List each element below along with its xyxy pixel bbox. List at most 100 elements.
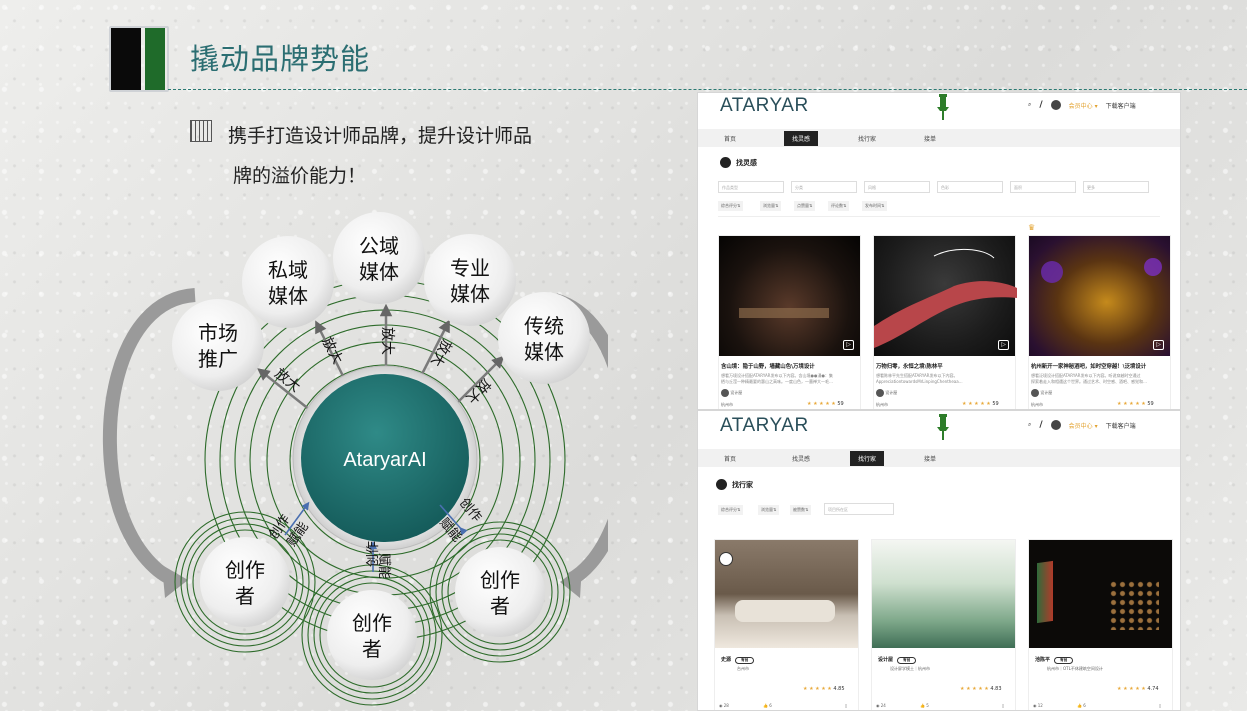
sort-likes[interactable]: 点赞量⇅ — [794, 201, 816, 211]
nav-home[interactable]: 首页 — [716, 451, 744, 466]
card-rating: ★ ★ ★ ★ ★ 59 — [962, 401, 999, 407]
search-icon[interactable]: ⌕ — [1028, 421, 1031, 429]
expert-card[interactable]: 史源 有创 台州市 ★ ★ ★ ★ ★ 4.85 ◉ 28 👍 6 ▯ — [714, 539, 859, 710]
screenshot-inspiration: ATARYAR ⌕ / 会员中心 ▾ 下载客户端 首页 找灵感 找行家 接单 找… — [697, 92, 1181, 410]
card-desc: 想看万境设计搭配ATARYAR发布以下内容。含山境●●漫●：集 栖与丘滢一种精最要… — [721, 373, 833, 384]
play-icon[interactable]: ▷ — [1153, 340, 1164, 350]
filter-color[interactable]: 色彩 — [937, 181, 1003, 193]
intro-line-1: 携手打造设计师品牌，提升设计师品 — [228, 125, 533, 147]
sort-overall[interactable]: 综合评分⇅ — [718, 505, 744, 515]
card-city: 杭州市 — [876, 402, 888, 407]
card-desc: 想看泛境设计搭配ATARYAR发布以下内容。听说穿越时空通过 探索着走入和相遇这个… — [1031, 373, 1147, 384]
crown-icon: ♛ — [1028, 223, 1036, 232]
card-image: ▷ — [1029, 236, 1170, 356]
card-image: ▷ — [719, 236, 860, 356]
media-traditional: 传统 媒体 — [498, 292, 590, 384]
card-image — [715, 540, 858, 648]
sort-comments[interactable]: 评论数⇅ — [828, 201, 850, 211]
card-image — [872, 540, 1015, 648]
member-center-link[interactable]: 会员中心 ▾ — [1069, 421, 1098, 430]
sort-likes[interactable]: 被赞数⇅ — [790, 505, 812, 515]
section-title: 找行家 — [716, 479, 753, 490]
page-title: 撬动品牌势能 — [190, 42, 371, 76]
creator-left: 创作 者 — [200, 537, 290, 627]
filter-style[interactable]: 风格 — [864, 181, 930, 193]
work-card[interactable]: ▷ 万物归零，永恒之境\陈林平 想看陈林平先生搭配ATARYAR发布以下内容。 A… — [873, 235, 1017, 409]
expert-name: 池陈平 有创 — [1035, 656, 1074, 664]
svg-text:媒体: 媒体 — [450, 282, 490, 306]
sort-views[interactable]: 浏览量⇅ — [758, 505, 780, 515]
empower-label-mid: 赋能 — [376, 553, 391, 579]
expert-views: ◉ 24 — [876, 703, 886, 708]
download-client-link[interactable]: 下载客户端 — [1106, 101, 1136, 110]
sort-overall[interactable]: 综合评分⇅ — [718, 201, 744, 211]
phone-icon[interactable]: ▯ — [1159, 703, 1161, 708]
expert-views: ◉ 12 — [1033, 703, 1043, 708]
nav-orders[interactable]: 接单 — [916, 451, 944, 466]
filter-category[interactable]: 分类 — [791, 181, 857, 193]
hub-label: AtaryarAI — [343, 449, 426, 471]
experts-icon — [716, 479, 727, 490]
svg-text:媒体: 媒体 — [268, 284, 308, 308]
bullet-icon — [190, 120, 212, 142]
work-card[interactable]: ▷ 含山境：隐于山野，墙藏山色\万境设计 想看万境设计搭配ATARYAR发布以下… — [718, 235, 861, 409]
top-right-bar: ⌕ / 会员中心 ▾ 下载客户端 — [1028, 420, 1136, 430]
filter-type[interactable]: 作品类型 — [718, 181, 784, 193]
pin-icon — [937, 414, 949, 440]
card-author: 设计屋 — [876, 389, 897, 397]
expert-views: ◉ 28 — [719, 703, 729, 708]
member-center-link[interactable]: 会员中心 ▾ — [1069, 101, 1098, 110]
pin-icon — [937, 94, 949, 120]
expert-name: 史源 有创 — [721, 656, 755, 664]
avatar[interactable] — [1050, 100, 1061, 110]
amp-label-2: 放大 — [318, 335, 345, 367]
amp-label-4: 放大 — [427, 337, 454, 369]
logo: ATARYAR — [720, 95, 809, 116]
card-title: 万物归零，永恒之境\陈林平 — [876, 364, 943, 370]
expert-likes: 👍 6 — [1077, 703, 1086, 708]
svg-text:私域: 私域 — [268, 258, 308, 282]
amp-label-5: 放大 — [462, 375, 493, 406]
nav-home[interactable]: 首页 — [716, 131, 744, 146]
creator-middle: 创作 者 — [327, 590, 417, 680]
card-title: 含山境：隐于山野，墙藏山色\万境设计 — [721, 364, 815, 370]
card-author: 设计屋 — [1031, 389, 1052, 397]
divider-line — [168, 89, 1247, 90]
screenshot-experts: ATARYAR ⌕ / 会员中心 ▾ 下载客户端 首页 找灵感 找行家 接单 找… — [697, 410, 1181, 711]
nav-inspiration[interactable]: 找灵感 — [784, 451, 818, 466]
region-select[interactable]: 项目所在区 — [824, 503, 894, 515]
svg-text:创作: 创作 — [352, 611, 392, 635]
expert-card[interactable]: 设计屋 有创 设计屏学模土｜杭州市 ★ ★ ★ ★ ★ 4.83 ◉ 24 👍 5… — [871, 539, 1016, 710]
expert-location: 设计屏学模土｜杭州市 — [890, 666, 930, 671]
nav-experts[interactable]: 找行家 — [850, 450, 885, 466]
download-client-link[interactable]: 下载客户端 — [1106, 421, 1136, 430]
svg-text:专业: 专业 — [450, 256, 490, 280]
nav-inspiration[interactable]: 找灵感 — [784, 130, 819, 146]
card-image: ▷ — [874, 236, 1017, 356]
svg-text:者: 者 — [235, 584, 255, 608]
avatar[interactable] — [1050, 420, 1061, 430]
media-private: 私域 媒体 — [242, 236, 334, 328]
expert-rating: ★ ★ ★ ★ ★ 4.85 — [803, 686, 845, 692]
filter-more[interactable]: 更多 — [1083, 181, 1149, 193]
logo: ATARYAR — [720, 415, 809, 436]
work-card[interactable]: ▷ 杭州新开一家神秘酒吧，如时空穿越！\泛境设计 想看泛境设计搭配ATARYAR… — [1028, 235, 1171, 409]
svg-text:创作: 创作 — [225, 558, 265, 582]
main-nav: 首页 找灵感 找行家 接单 — [698, 449, 1180, 467]
phone-icon[interactable]: ▯ — [1002, 703, 1004, 708]
filter-area[interactable]: 面积 — [1010, 181, 1076, 193]
play-icon[interactable]: ▷ — [998, 340, 1009, 350]
nav-experts[interactable]: 找行家 — [850, 131, 884, 146]
sort-date[interactable]: 发布时间⇅ — [862, 201, 888, 211]
play-icon[interactable]: ▷ — [843, 340, 854, 350]
main-nav: 首页 找灵感 找行家 接单 — [698, 129, 1180, 147]
sort-views[interactable]: 浏览量⇅ — [760, 201, 782, 211]
expert-card[interactable]: 池陈平 有创 杭州市｜OTL不休建筑空间设计 ★ ★ ★ ★ ★ 4.74 ◉ 1… — [1028, 539, 1173, 710]
intro-line-2: 牌的溢价能力！ — [233, 165, 367, 187]
search-icon[interactable]: ⌕ — [1028, 101, 1031, 109]
phone-icon[interactable]: ▯ — [845, 703, 847, 708]
nav-orders[interactable]: 接单 — [916, 131, 944, 146]
section-title: 找灵感 — [720, 157, 757, 168]
svg-text:公域: 公域 — [359, 234, 399, 258]
svg-text:推广: 推广 — [198, 347, 238, 371]
